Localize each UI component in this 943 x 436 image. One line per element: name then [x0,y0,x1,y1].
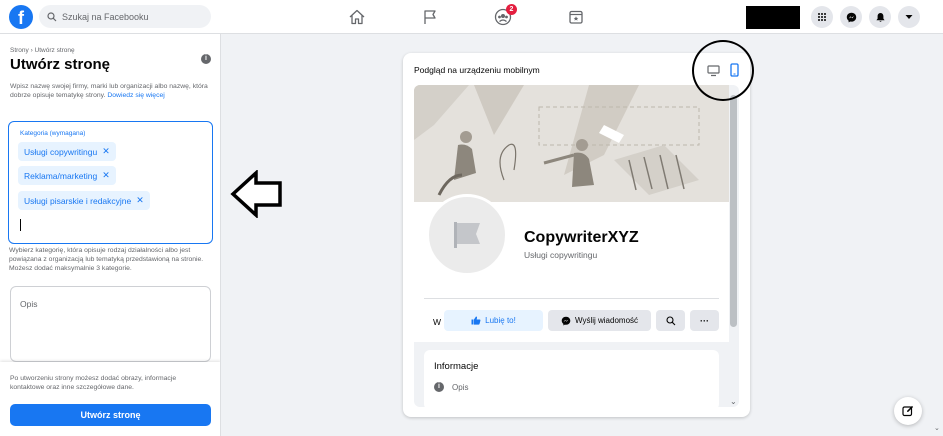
search-icon [665,315,675,325]
message-label: Wyślij wiadomość [574,316,639,325]
cover-image [414,85,729,202]
sidebar-footer: Po utworzeniu strony możesz dodać obrazy… [0,362,220,436]
like-label: Lubię to! [485,316,516,325]
search-bar[interactable]: Szukaj na Facebooku [39,5,211,28]
home-icon[interactable] [347,7,367,27]
create-page-button[interactable]: Utwórz stronę [10,404,211,426]
messenger-icon [561,316,571,325]
search-placeholder: Szukaj na Facebooku [62,11,149,22]
category-chip: Usługi pisarskie i redakcyjne ✕ [18,191,150,210]
page-name: CopywriterXYZ [524,229,639,246]
info-row: i Opis [434,382,468,392]
chip-label: Reklama/marketing [24,170,98,181]
phone-screen: CopywriterXYZ Usługi copywritingu W Lubi… [414,85,739,407]
annotation-circle [692,40,754,101]
preview-title: Podgląd na urządzeniu mobilnym [414,65,540,75]
account-dropdown-icon[interactable] [898,6,920,28]
info-title: Informacje [434,361,479,372]
chevron-down-icon[interactable]: ⌄ [730,397,737,406]
messenger-icon[interactable] [840,6,862,28]
like-button[interactable]: Lubię to! [444,310,543,331]
avatar[interactable] [426,194,508,276]
info-row-label: Opis [452,382,469,392]
top-navigation-bar: f Szukaj na Facebooku 2 [0,0,943,34]
remove-chip-icon[interactable]: ✕ [102,146,110,157]
info-icon: i [434,382,444,392]
text-cursor [20,219,21,231]
new-message-button[interactable] [894,397,922,425]
truncated-text: W [433,317,442,327]
sidebar-description: Wpisz nazwę swojej firmy, marki lub orga… [10,82,208,100]
chevron-down-icon[interactable]: ⌄ [934,424,940,432]
category-chip: Usługi copywritingu ✕ [18,142,116,161]
breadcrumb: Strony › Utwórz stronę [10,47,75,54]
page-category: Usługi copywritingu [524,250,598,260]
menu-grid-icon[interactable] [811,6,833,28]
divider [424,298,719,299]
search-page-button[interactable] [656,310,685,331]
notifications-icon[interactable] [869,6,891,28]
flag-icon[interactable] [420,7,440,27]
remove-chip-icon[interactable]: ✕ [102,170,110,181]
profile-area: CopywriterXYZ Usługi copywritingu W Lubi… [414,194,729,342]
gaming-icon[interactable] [566,7,586,27]
description-label: Opis [20,299,38,309]
notification-badge: 2 [506,4,517,15]
send-message-button[interactable]: Wyślij wiadomość [548,310,651,331]
groups-icon[interactable]: 2 [493,4,517,27]
facebook-logo[interactable]: f [9,5,33,29]
remove-chip-icon[interactable]: ✕ [136,195,144,206]
mobile-preview-card: Podgląd na urządzeniu mobilnym Copywrite… [403,53,750,417]
redacted-profile [746,6,800,29]
description-field[interactable]: Opis [10,286,211,362]
annotation-arrow-icon [230,170,282,218]
more-options-button[interactable]: ··· [690,310,719,331]
footer-text: Po utworzeniu strony możesz dodać obrazy… [10,375,177,391]
chip-label: Usługi pisarskie i redakcyjne [24,195,132,206]
flag-icon [454,222,480,248]
category-help-text: Wybierz kategorię, która opisuje rodzaj … [9,247,204,272]
info-icon[interactable]: i [201,54,211,64]
info-card: Informacje i Opis [424,350,719,407]
like-icon [471,316,481,325]
search-icon [47,11,57,21]
category-input[interactable]: Kategoria (wymagana) Usługi copywritingu… [8,121,213,244]
page-title: Utwórz stronę [10,56,111,73]
create-page-sidebar: Strony › Utwórz stronę Utwórz stronę i W… [0,34,221,436]
category-chip: Reklama/marketing ✕ [18,166,116,185]
chip-label: Usługi copywritingu [24,146,98,157]
edit-icon [902,405,914,417]
preview-scrollbar[interactable] [730,95,737,327]
logo-letter: f [18,8,24,28]
learn-more-link[interactable]: Dowiedz się więcej [107,92,164,99]
category-label: Kategoria (wymagana) [20,130,86,137]
